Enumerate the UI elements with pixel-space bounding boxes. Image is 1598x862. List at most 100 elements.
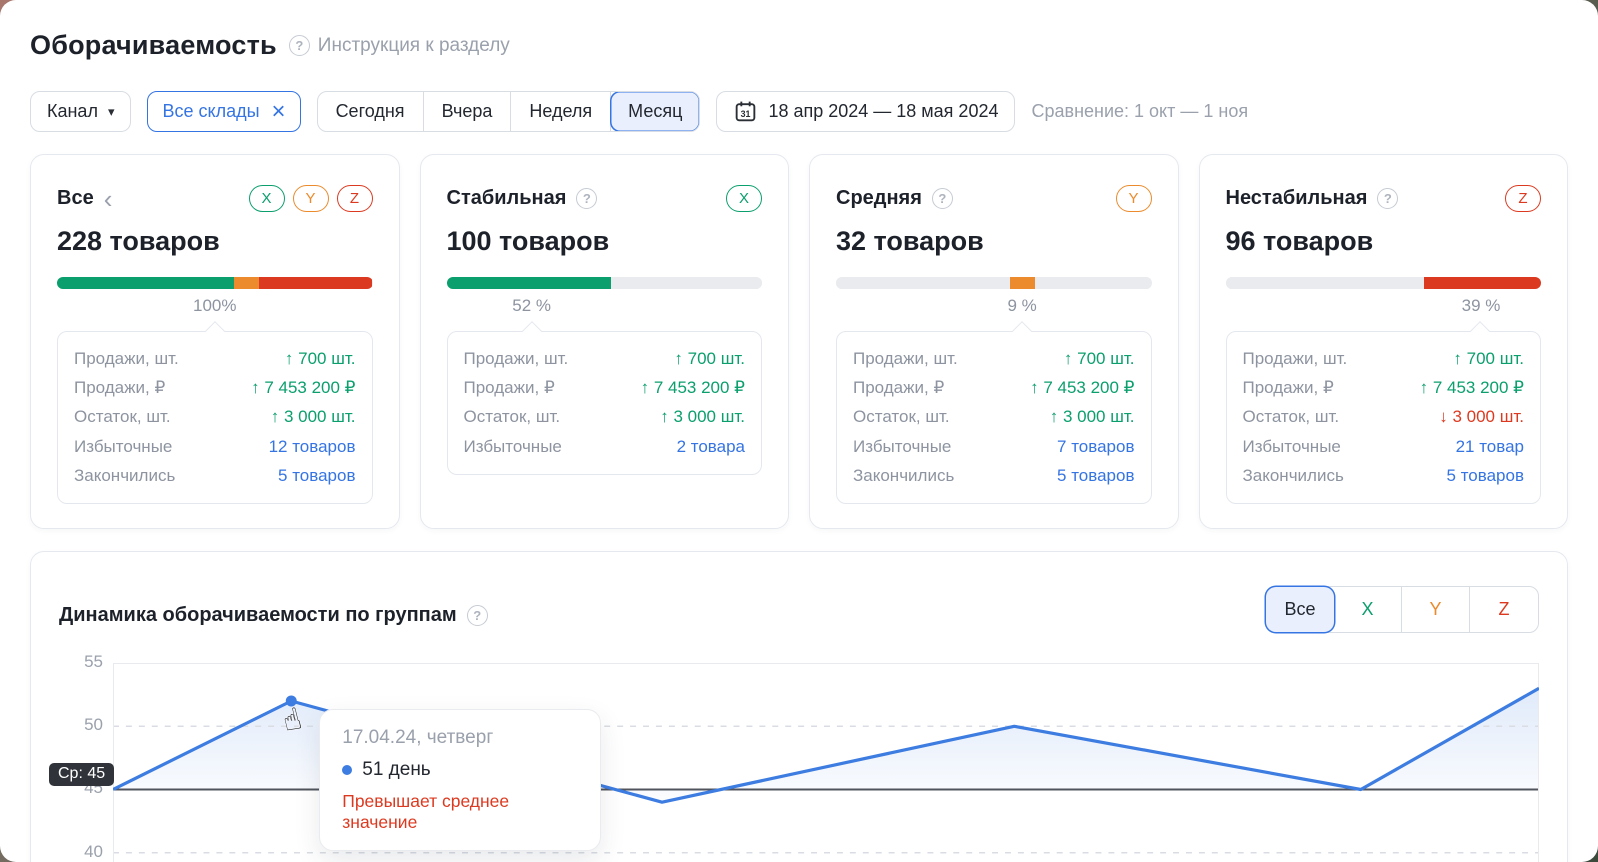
group-badges: X Y Z [249, 185, 373, 212]
stat-row: Остаток, шт.↑ 3 000 шт. [74, 403, 356, 432]
card-medium-group: Средняя ? Y 32 товаров 9 % Продажи, шт.↑… [809, 154, 1179, 529]
stat-row: Продажи, шт.↑ 700 шт. [853, 344, 1135, 373]
toggle-all[interactable]: Все [1266, 587, 1334, 632]
group-toggle: Все X Y Z [1265, 586, 1539, 633]
question-icon[interactable]: ? [576, 188, 597, 209]
channel-label: Канал [47, 101, 98, 122]
tab-yesterday[interactable]: Вчера [424, 92, 512, 131]
card-all-groups: Все ‹ X Y Z 228 товаров 100% Продажи, шт… [30, 154, 400, 529]
stat-row: Избыточные12 товаров [74, 432, 356, 461]
products-count: 96 товаров [1226, 226, 1542, 257]
products-count: 100 товаров [447, 226, 763, 257]
period-segmented-control: Сегодня Вчера Неделя Месяц [317, 91, 701, 132]
stat-row: Остаток, шт.↑ 3 000 шт. [853, 403, 1135, 432]
stat-row: Продажи, шт.↑ 700 шт. [464, 344, 746, 373]
stat-row: Продажи, ₽↑ 7 453 200 ₽ [853, 373, 1135, 402]
toggle-x[interactable]: X [1334, 587, 1402, 632]
chart-tooltip: 17.04.24, четверг 51 день Превышает сред… [319, 709, 601, 851]
chart-title: Динамика оборачиваемости по группам [59, 604, 457, 627]
toggle-y[interactable]: Y [1402, 587, 1470, 632]
stats-box: Продажи, шт.↑ 700 шт. Продажи, ₽↑ 7 453 … [447, 331, 763, 475]
question-icon[interactable]: ? [1377, 188, 1398, 209]
series-dot-icon [342, 765, 352, 775]
page-title: Оборачиваемость [30, 30, 277, 61]
stat-row: Продажи, шт.↑ 700 шт. [1243, 344, 1525, 373]
question-icon[interactable]: ? [467, 605, 488, 626]
date-range-label: 18 апр 2024 — 18 мая 2024 [768, 101, 998, 122]
highlighted-point[interactable] [286, 695, 297, 706]
tooltip-value: 51 день [362, 759, 430, 781]
percent-label: 9 % [1007, 296, 1036, 316]
question-icon: ? [289, 35, 310, 56]
group-badges: Y [1116, 185, 1152, 212]
stat-row: Закончились5 товаров [74, 462, 356, 491]
stat-row: Закончились5 товаров [853, 462, 1135, 491]
tab-month[interactable]: Месяц [610, 91, 700, 132]
distribution-bar [57, 277, 373, 289]
notch-pointer [1012, 321, 1032, 341]
badge-x[interactable]: X [249, 185, 285, 212]
percent-label: 52 % [512, 296, 551, 316]
group-badges: X [726, 185, 762, 212]
products-count: 228 товаров [57, 226, 373, 257]
warehouse-filter-chip[interactable]: Все склады × [147, 91, 300, 132]
products-count: 32 товаров [836, 226, 1152, 257]
filter-bar: Канал ▾ Все склады × Сегодня Вчера Недел… [0, 61, 1598, 132]
badge-y[interactable]: Y [1116, 185, 1152, 212]
stats-box: Продажи, шт.↑ 700 шт. Продажи, ₽↑ 7 453 … [836, 331, 1152, 504]
date-range-picker[interactable]: 31 18 апр 2024 — 18 мая 2024 [716, 91, 1015, 132]
warehouse-chip-label: Все склады [162, 101, 259, 122]
notch-pointer [522, 321, 542, 341]
stat-row: Избыточные2 товара [464, 432, 746, 461]
badge-z[interactable]: Z [1505, 185, 1541, 212]
stat-row: Продажи, ₽↑ 7 453 200 ₽ [74, 373, 356, 402]
card-title: Нестабильная [1226, 187, 1368, 210]
card-unstable-group: Нестабильная ? Z 96 товаров 39 % Продажи… [1199, 154, 1569, 529]
tooltip-note: Превышает среднее значение [342, 791, 578, 833]
badge-z[interactable]: Z [337, 185, 373, 212]
card-title: Все [57, 187, 94, 210]
percent-label: 100% [193, 296, 236, 316]
notch-pointer [1471, 321, 1491, 341]
calendar-icon: 31 [733, 99, 758, 124]
section-help-link[interactable]: ? Инструкция к разделу [289, 35, 510, 57]
help-link-label: Инструкция к разделу [318, 35, 510, 57]
app-surface: Оборачиваемость ? Инструкция к разделу К… [0, 0, 1598, 862]
chevron-left-icon[interactable]: ‹ [104, 190, 113, 208]
stat-row: Избыточные21 товар [1243, 432, 1525, 461]
tab-today[interactable]: Сегодня [318, 92, 424, 131]
comparison-period-label: Сравнение: 1 окт — 1 ноя [1031, 101, 1248, 122]
page-header: Оборачиваемость ? Инструкция к разделу [0, 0, 1598, 61]
svg-text:31: 31 [741, 109, 751, 119]
stat-row: Продажи, шт.↑ 700 шт. [74, 344, 356, 373]
channel-dropdown[interactable]: Канал ▾ [30, 91, 131, 132]
y-axis-tick: 40 [84, 842, 103, 862]
badge-x[interactable]: X [726, 185, 762, 212]
turnover-dynamics-card: Динамика оборачиваемости по группам ? Вс… [30, 551, 1568, 862]
stats-box: Продажи, шт.↑ 700 шт. Продажи, ₽↑ 7 453 … [1226, 331, 1542, 504]
percent-label: 39 % [1462, 296, 1501, 316]
y-axis-tick: 50 [84, 715, 103, 735]
stat-row: Остаток, шт.↑ 3 000 шт. [464, 403, 746, 432]
stat-row: Избыточные7 товаров [853, 432, 1135, 461]
group-badges: Z [1505, 185, 1541, 212]
chevron-down-icon: ▾ [108, 104, 115, 120]
stats-box: Продажи, шт.↑ 700 шт. Продажи, ₽↑ 7 453 … [57, 331, 373, 504]
distribution-bar [1226, 277, 1542, 289]
card-stable-group: Стабильная ? X 100 товаров 52 % Продажи,… [420, 154, 790, 529]
tab-week[interactable]: Неделя [511, 92, 611, 131]
distribution-bar [447, 277, 763, 289]
average-badge: Ср: 45 [49, 763, 114, 786]
question-icon[interactable]: ? [932, 188, 953, 209]
stat-row: Продажи, ₽↑ 7 453 200 ₽ [1243, 373, 1525, 402]
card-title: Стабильная [447, 187, 567, 210]
stat-row: Остаток, шт.↓ 3 000 шт. [1243, 403, 1525, 432]
badge-y[interactable]: Y [293, 185, 329, 212]
toggle-z[interactable]: Z [1470, 587, 1538, 632]
card-title: Средняя [836, 187, 922, 210]
summary-cards-row: Все ‹ X Y Z 228 товаров 100% Продажи, шт… [0, 132, 1598, 529]
stat-row: Продажи, ₽↑ 7 453 200 ₽ [464, 373, 746, 402]
close-icon: × [272, 100, 286, 124]
tooltip-date: 17.04.24, четверг [342, 727, 578, 749]
notch-pointer [205, 321, 225, 341]
